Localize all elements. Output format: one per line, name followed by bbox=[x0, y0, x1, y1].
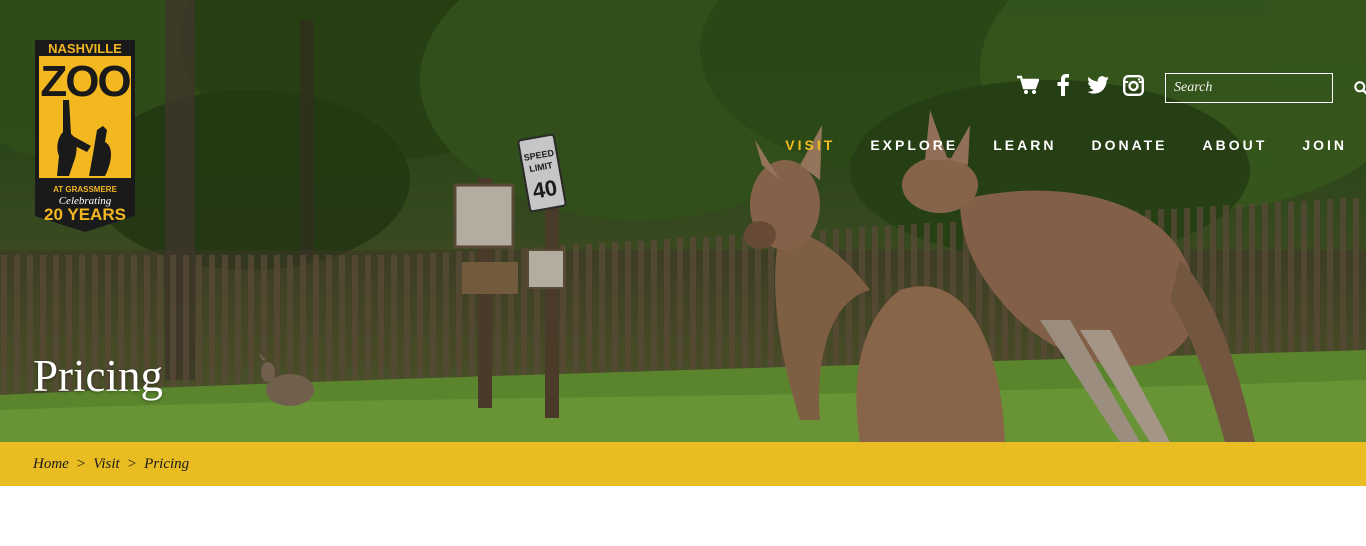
breadcrumb-visit-link[interactable]: Visit bbox=[93, 456, 119, 473]
nav-item-learn[interactable]: LEARN bbox=[993, 137, 1056, 153]
hero-banner: SPEED LIMIT 40 bbox=[0, 0, 1366, 442]
twitter-icon[interactable] bbox=[1086, 73, 1110, 97]
breadcrumb-separator: > bbox=[127, 455, 137, 472]
instagram-icon[interactable] bbox=[1121, 73, 1145, 97]
nav-item-about[interactable]: ABOUT bbox=[1203, 137, 1268, 153]
breadcrumb: Home > Visit > Pricing bbox=[0, 442, 1366, 486]
hero-photo: SPEED LIMIT 40 bbox=[0, 0, 1366, 442]
search-box bbox=[1165, 73, 1366, 103]
search-icon[interactable] bbox=[1354, 74, 1366, 102]
breadcrumb-separator: > bbox=[76, 455, 86, 472]
cart-icon[interactable] bbox=[1016, 73, 1040, 97]
svg-text:AT GRASSMERE: AT GRASSMERE bbox=[53, 185, 118, 194]
social-utility-bar bbox=[1016, 73, 1156, 97]
search-input[interactable] bbox=[1166, 79, 1354, 97]
page-title: Pricing bbox=[33, 351, 163, 401]
nav-item-explore[interactable]: EXPLORE bbox=[870, 137, 958, 153]
nav-item-join[interactable]: JOIN bbox=[1302, 137, 1347, 153]
nav-item-donate[interactable]: DONATE bbox=[1091, 137, 1167, 153]
breadcrumb-current: Pricing bbox=[144, 455, 190, 472]
svg-text:ZOO: ZOO bbox=[40, 57, 130, 106]
breadcrumb-home-link[interactable]: Home bbox=[33, 456, 69, 473]
facebook-icon[interactable] bbox=[1051, 73, 1075, 97]
svg-text:NASHVILLE: NASHVILLE bbox=[48, 41, 122, 56]
main-nav: VISIT EXPLORE LEARN DONATE ABOUT JOIN bbox=[750, 137, 1347, 153]
zoo-logo[interactable]: NASHVILLE ZOO AT GRASSMERE Celebrating 2… bbox=[33, 38, 137, 234]
svg-text:20 YEARS: 20 YEARS bbox=[44, 205, 126, 224]
nav-item-visit[interactable]: VISIT bbox=[785, 137, 835, 153]
